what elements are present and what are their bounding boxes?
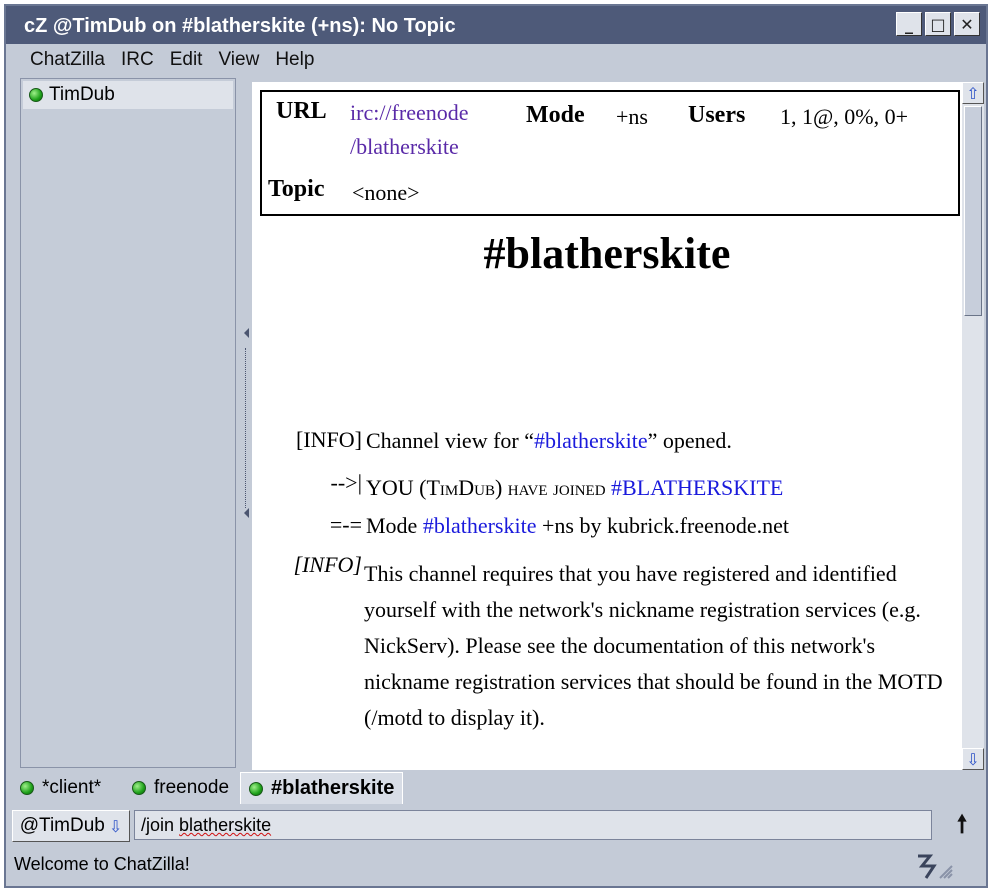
message-fragment: Channel view for “	[366, 428, 534, 453]
close-button[interactable]: ✕	[954, 12, 980, 36]
message-type: -->|	[330, 470, 362, 495]
menu-irc[interactable]: IRC	[115, 47, 160, 73]
collapse-left-icon[interactable]	[244, 508, 249, 518]
message-text: YOU (TimDub) have joined #BLATHERSKITE	[366, 470, 946, 506]
channel-link[interactable]: #blatherskite	[534, 428, 648, 453]
view-tabs: *client* freenode #blatherskite	[6, 770, 986, 806]
message-fragment: YOU (TimDub) have joined	[366, 475, 612, 500]
tab-client[interactable]: *client*	[12, 772, 109, 804]
menu-edit[interactable]: Edit	[164, 47, 209, 73]
nickname-button[interactable]: @TimDub ⇩	[12, 810, 130, 842]
vertical-scrollbar[interactable]: ⇧ ⇩	[962, 82, 984, 770]
topic-value: <none>	[352, 180, 420, 205]
menu-help[interactable]: Help	[269, 47, 320, 73]
tab-blatherskite[interactable]: #blatherskite	[240, 772, 404, 804]
scroll-up-icon[interactable]: ⇧	[962, 82, 984, 104]
channel-title: #blatherskite	[483, 229, 731, 278]
collapse-left-icon[interactable]	[244, 328, 249, 338]
users-value: 1, 1@, 0%, 0+	[780, 104, 908, 129]
message-input[interactable]: /join blatherskite	[134, 810, 932, 840]
arrow-down-icon: ⇩	[108, 816, 123, 836]
status-text: Welcome to ChatZilla!	[14, 854, 190, 874]
channel-info-box: URL irc://freenode /blatherskite Mode +n…	[260, 90, 960, 216]
input-text: /join	[141, 815, 180, 835]
chatzilla-window: cZ @TimDub on #blatherskite (+ns): No To…	[4, 4, 988, 888]
nickname-label: @TimDub	[19, 815, 105, 836]
message-text: Mode #blatherskite +ns by kubrick.freeno…	[366, 508, 946, 544]
status-dot-icon	[132, 781, 146, 795]
status-dot-icon	[29, 88, 43, 102]
message-type: [INFO]	[296, 427, 362, 452]
input-text-misspelled: blatherskite	[179, 815, 272, 835]
status-dot-icon	[20, 781, 34, 795]
splitter-grip	[245, 348, 248, 508]
pane-splitter[interactable]	[242, 78, 250, 768]
mode-label: Mode	[526, 102, 585, 128]
tab-label: *client*	[42, 777, 102, 798]
title-bar[interactable]: cZ @TimDub on #blatherskite (+ns): No To…	[6, 6, 986, 44]
status-dot-icon	[249, 781, 263, 796]
url-link-line1[interactable]: irc://freenode	[350, 100, 469, 126]
input-bar: @TimDub ⇩ /join blatherskite 🠕	[6, 808, 986, 846]
mode-value: +ns	[616, 104, 648, 129]
channel-link[interactable]: #BLATHERSKITE	[611, 475, 783, 500]
channel-output: URL irc://freenode /blatherskite Mode +n…	[252, 82, 962, 770]
user-list: TimDub	[20, 78, 236, 768]
status-bar: Welcome to ChatZilla!	[6, 848, 986, 886]
tab-freenode[interactable]: freenode	[124, 772, 237, 804]
message-fragment: Mode	[366, 513, 423, 538]
user-name: TimDub	[49, 84, 115, 105]
scroll-down-icon[interactable]: ⇩	[962, 748, 984, 770]
message-text: Channel view for “#blatherskite” opened.	[366, 423, 946, 459]
tab-label: #blatherskite	[271, 777, 395, 799]
menu-chatzilla[interactable]: ChatZilla	[24, 47, 111, 73]
tab-label: freenode	[154, 777, 230, 798]
user-list-item[interactable]: TimDub	[23, 81, 233, 109]
menu-bar: ChatZilla IRC Edit View Help	[6, 44, 986, 76]
url-link-line2[interactable]: /blatherskite	[350, 134, 459, 160]
window-title: cZ @TimDub on #blatherskite (+ns): No To…	[24, 15, 456, 37]
channel-link[interactable]: #blatherskite	[423, 513, 537, 538]
topic-label: Topic	[268, 176, 325, 202]
minimize-button[interactable]: _	[896, 12, 922, 36]
message-type: =-=	[329, 512, 362, 537]
maximize-button[interactable]: □	[925, 12, 951, 36]
menu-view[interactable]: View	[212, 47, 265, 73]
window-controls: _ □ ✕	[896, 12, 980, 36]
message-type: [INFO]	[293, 552, 362, 577]
url-label: URL	[276, 98, 327, 124]
message-fragment: +ns by kubrick.freenode.net	[536, 513, 789, 538]
users-label: Users	[688, 102, 746, 128]
message-text: This channel requires that you have regi…	[364, 561, 943, 730]
message-fragment: ” opened.	[647, 428, 732, 453]
multiline-toggle-icon[interactable]: 🠕	[942, 810, 982, 844]
activity-icon	[918, 854, 953, 879]
scroll-thumb[interactable]	[964, 106, 982, 316]
